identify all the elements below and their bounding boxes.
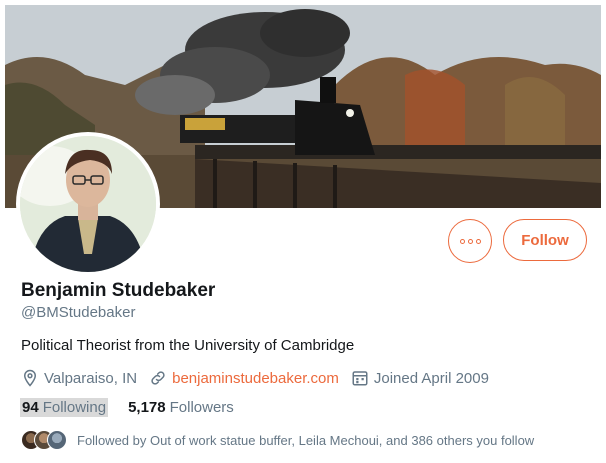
profile-meta: Valparaiso, IN benjaminstudebaker.com Jo… — [21, 368, 501, 388]
location-pin-icon — [23, 369, 37, 387]
more-icon — [459, 238, 481, 244]
profile-avatar[interactable] — [16, 132, 160, 276]
followed-by[interactable]: Followed by Out of work statue buffer, L… — [21, 430, 534, 450]
follow-stats: 94 Following 5,178 Followers — [20, 398, 236, 417]
avatar — [47, 430, 67, 450]
profile-handle: @BMStudebaker — [21, 304, 136, 321]
followed-by-text: Followed by Out of work statue buffer, L… — [77, 432, 535, 448]
calendar-icon — [352, 371, 368, 386]
link-icon — [151, 371, 165, 385]
follow-button[interactable]: Follow — [503, 219, 587, 261]
following-link[interactable]: 94 Following — [20, 398, 109, 417]
website-link[interactable]: benjaminstudebaker.com — [172, 370, 339, 387]
followers-label: Followers — [169, 399, 234, 416]
location-text: Valparaiso, IN — [44, 369, 138, 387]
website-item: benjaminstudebaker.com — [149, 369, 339, 387]
more-options-button[interactable] — [448, 219, 492, 263]
following-count: 94 — [22, 399, 39, 416]
followers-link[interactable]: 5,178 Followers — [126, 398, 236, 417]
followers-count: 5,178 — [128, 399, 166, 416]
profile-bio: Political Theorist from the University o… — [21, 337, 355, 354]
following-label: Following — [42, 399, 107, 416]
joined-text: Joined April 2009 — [373, 369, 489, 387]
follower-avatars — [21, 430, 67, 450]
location-item: Valparaiso, IN — [21, 369, 137, 387]
joined-item: Joined April 2009 — [351, 369, 489, 387]
profile-name: Benjamin Studebaker — [21, 280, 216, 301]
